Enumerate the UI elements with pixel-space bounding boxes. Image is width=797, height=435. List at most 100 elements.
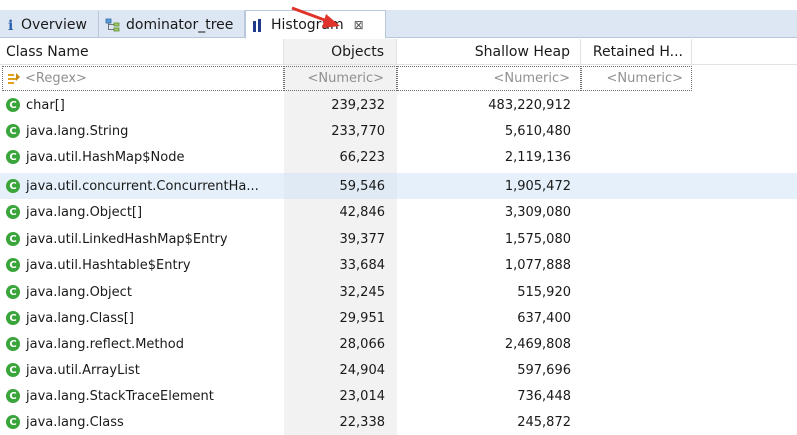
class-icon (6, 337, 20, 351)
tree-icon (105, 17, 121, 33)
info-icon: i (6, 18, 16, 32)
objects-value: 59,546 (284, 173, 397, 199)
class-icon (6, 258, 20, 272)
table-row-selected[interactable]: java.util.concurrent.ConcurrentHa... 59,… (0, 173, 797, 199)
class-name: java.lang.Class (26, 414, 124, 430)
column-header-retained-heap[interactable]: Retained H... (581, 39, 692, 65)
objects-value: 23,014 (339, 388, 386, 404)
retained-heap-value (581, 226, 692, 252)
table-row[interactable]: java.util.Hashtable$Entry 33,684 1,077,8… (0, 252, 797, 278)
shallow-heap-value: 2,119,136 (504, 149, 571, 165)
objects-value: 66,223 (339, 149, 386, 165)
class-icon (6, 150, 20, 164)
retained-heap-value (581, 173, 692, 199)
column-header-class-name[interactable]: Class Name (0, 39, 284, 65)
class-icon (6, 205, 20, 219)
table-row[interactable]: java.util.ArrayList 24,904 597,696 (0, 357, 797, 383)
column-header-label: Objects (331, 44, 384, 60)
tab-dominator-tree[interactable]: dominator_tree (99, 11, 245, 38)
retained-heap-value (581, 357, 692, 383)
objects-value: 233,770 (331, 123, 385, 139)
class-icon (6, 285, 20, 299)
shallow-heap-value: 515,920 (517, 284, 571, 300)
class-name: java.util.ArrayList (26, 362, 140, 378)
class-icon (6, 98, 20, 112)
svg-text:i: i (8, 18, 13, 32)
class-name: java.util.LinkedHashMap$Entry (26, 231, 228, 247)
editor-tab-bar: i Overview dominator_tree Histogram ⊠ (0, 0, 797, 39)
close-icon[interactable]: ⊠ (354, 18, 364, 32)
shallow-heap-value: 483,220,912 (488, 97, 571, 113)
table-row[interactable]: java.util.HashMap$Node 66,223 2,119,136 (0, 144, 797, 170)
objects-value: 22,338 (339, 414, 386, 430)
retained-heap-value (581, 252, 692, 278)
table-row[interactable]: java.lang.Class 22,338 245,872 (0, 409, 797, 435)
objects-value: 39,377 (339, 231, 386, 247)
objects-value: 28,066 (339, 336, 386, 352)
table-row[interactable]: char[] 239,232 483,220,912 (0, 92, 797, 118)
column-header-shallow-heap[interactable]: Shallow Heap (397, 39, 581, 65)
histogram-table: Class Name ∨ Objects Shallow Heap Retain… (0, 39, 797, 435)
table-row[interactable]: java.lang.StackTraceElement 23,014 736,4… (0, 383, 797, 409)
class-name: java.util.HashMap$Node (26, 149, 185, 165)
retained-heap-value (581, 199, 692, 225)
retained-heap-value (581, 305, 692, 331)
table-header: Class Name ∨ Objects Shallow Heap Retain… (0, 39, 797, 65)
table-row[interactable]: java.lang.String 233,770 5,610,480 (0, 118, 797, 144)
class-name: java.lang.StackTraceElement (26, 388, 214, 404)
class-name: java.util.Hashtable$Entry (26, 257, 191, 273)
column-header-objects[interactable]: ∨ Objects (284, 39, 397, 65)
retained-heap-value (581, 331, 692, 357)
class-icon (6, 389, 20, 403)
objects-value: 24,904 (339, 362, 386, 378)
class-name: java.lang.Object (26, 284, 132, 300)
class-name: java.lang.Object[] (26, 204, 143, 220)
shallow-heap-value: 1,575,080 (504, 231, 571, 247)
regex-filter-input[interactable]: <Regex> (2, 66, 284, 91)
retained-heap-filter-input[interactable]: <Numeric> (581, 66, 692, 91)
objects-value: 239,232 (331, 97, 385, 113)
class-name: char[] (26, 97, 65, 113)
objects-value: 42,846 (339, 204, 386, 220)
class-name: java.lang.String (26, 123, 129, 139)
tab-label: Overview (21, 16, 87, 33)
shallow-heap-value: 2,469,808 (504, 336, 571, 352)
shallow-heap-value: 736,448 (517, 388, 571, 404)
shallow-heap-value: 637,400 (517, 310, 571, 326)
retained-heap-value (581, 118, 692, 144)
shallow-heap-filter-input[interactable]: <Numeric> (397, 66, 581, 91)
objects-value: 33,684 (339, 257, 386, 273)
retained-heap-value (581, 383, 692, 409)
filter-row: <Regex> <Numeric> <Numeric> <Numeric> (0, 66, 797, 91)
table-row[interactable]: java.util.LinkedHashMap$Entry 39,377 1,5… (0, 226, 797, 252)
retained-heap-value (581, 279, 692, 305)
table-row[interactable]: java.lang.reflect.Method 28,066 2,469,80… (0, 331, 797, 357)
regex-placeholder: <Regex> (25, 71, 87, 86)
table-row[interactable]: java.lang.Class[] 29,951 637,400 (0, 305, 797, 331)
class-name: java.lang.reflect.Method (26, 336, 184, 352)
class-icon (6, 232, 20, 246)
table-row[interactable]: java.lang.Object 32,245 515,920 (0, 279, 797, 305)
class-icon (6, 415, 20, 429)
shallow-heap-value: 3,309,080 (504, 204, 571, 220)
retained-heap-value (581, 92, 692, 118)
tab-label: dominator_tree (126, 16, 234, 33)
class-icon (6, 124, 20, 138)
shallow-heap-value: 597,696 (517, 362, 571, 378)
tab-overview[interactable]: i Overview (0, 11, 99, 38)
filter-icon (7, 72, 21, 86)
class-name: java.lang.Class[] (26, 310, 134, 326)
objects-filter-input[interactable]: <Numeric> (284, 66, 397, 91)
objects-value: 32,245 (339, 284, 386, 300)
class-name: java.util.concurrent.ConcurrentHa... (26, 178, 259, 194)
objects-value: 29,951 (339, 310, 386, 326)
shallow-heap-value: 245,872 (517, 414, 571, 430)
histogram-icon (252, 18, 266, 32)
retained-heap-value (581, 144, 692, 170)
shallow-heap-value: 5,610,480 (504, 123, 571, 139)
retained-heap-value (581, 409, 692, 435)
class-icon (6, 179, 20, 193)
annotation-arrow-icon (291, 6, 340, 28)
class-icon (6, 311, 20, 325)
table-row[interactable]: java.lang.Object[] 42,846 3,309,080 (0, 199, 797, 225)
